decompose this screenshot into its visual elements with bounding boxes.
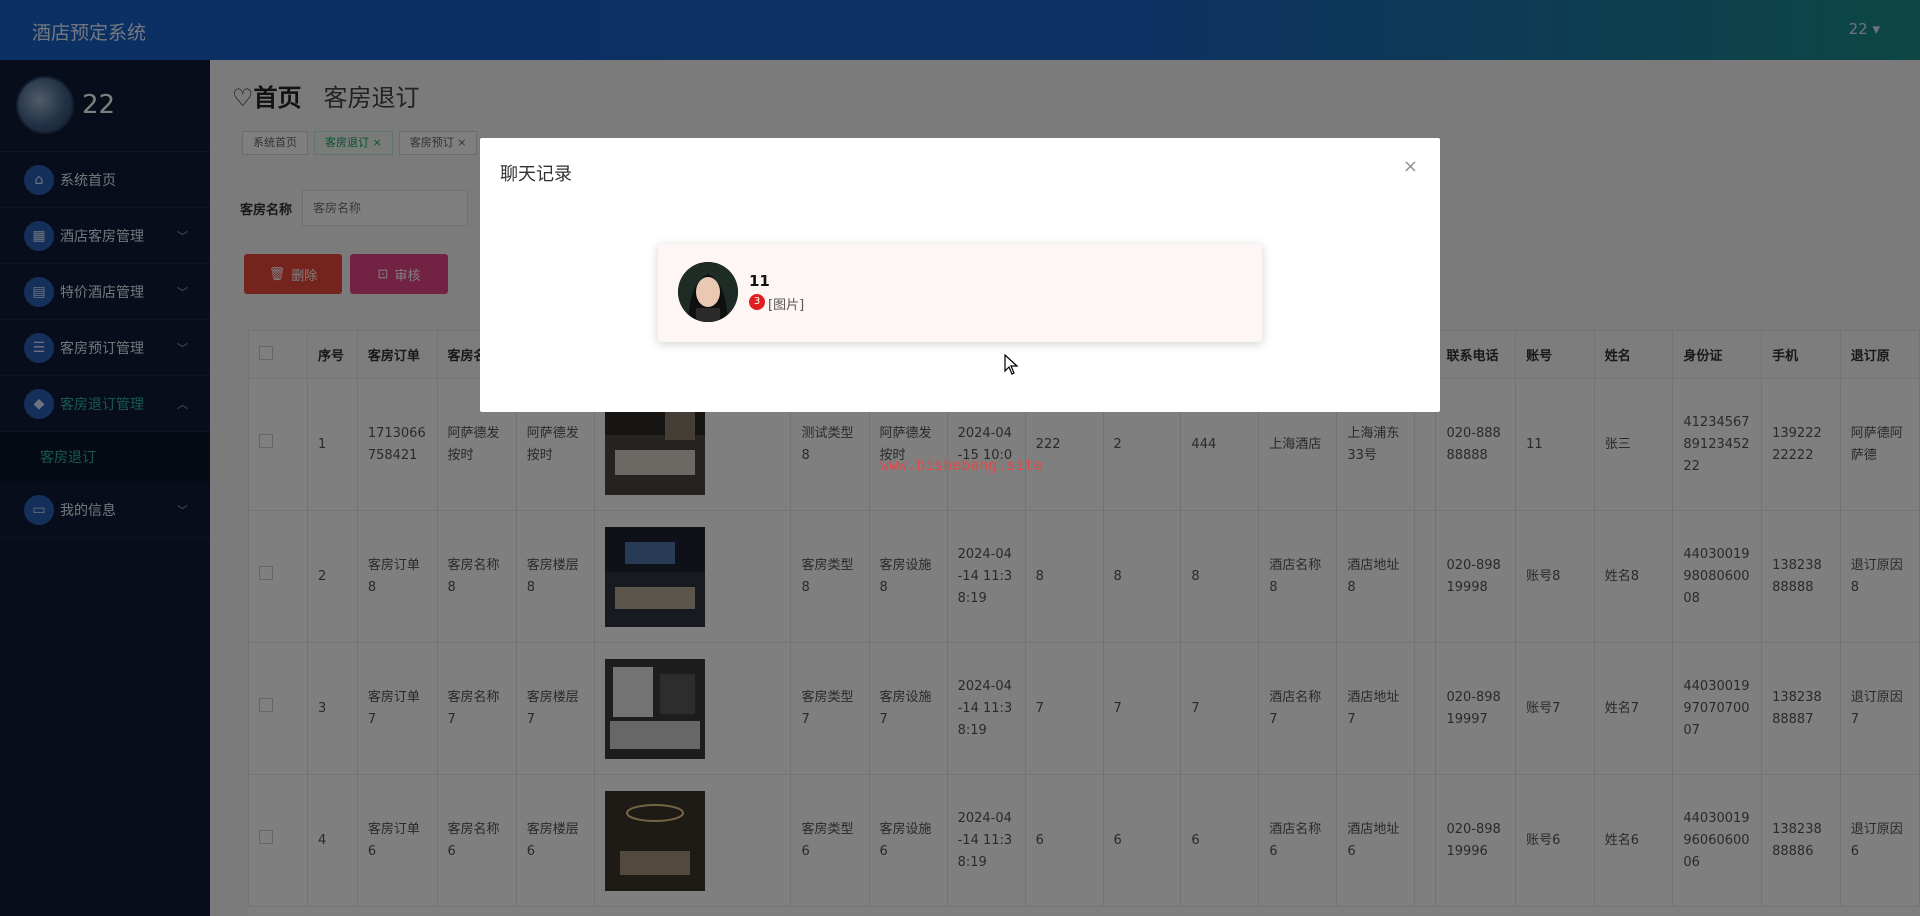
avatar bbox=[678, 262, 738, 322]
mouse-cursor-icon bbox=[1004, 354, 1019, 375]
chat-last-message: [图片] bbox=[768, 298, 805, 313]
dialog-title: 聊天记录 bbox=[500, 164, 572, 185]
close-icon[interactable]: × bbox=[1403, 156, 1418, 177]
chat-history-dialog: 聊天记录 × 11 3 [图片] bbox=[480, 138, 1440, 412]
watermark: www.bishebang.site bbox=[880, 456, 1043, 474]
chat-contact-name: 11 bbox=[749, 272, 770, 290]
chat-list-item[interactable]: 11 3 [图片] bbox=[658, 244, 1262, 342]
unread-badge: 3 bbox=[749, 294, 765, 310]
